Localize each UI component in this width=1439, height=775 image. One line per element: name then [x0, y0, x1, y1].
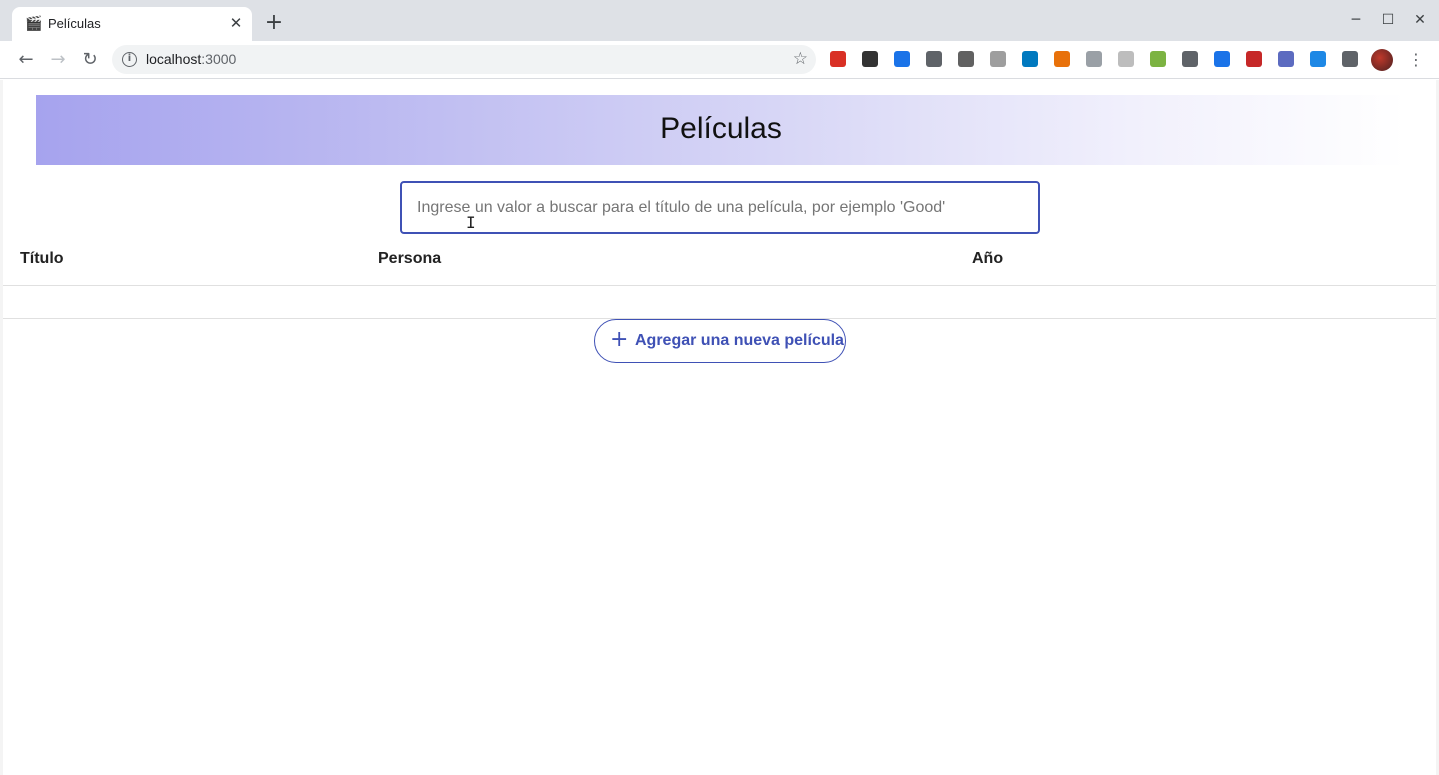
add-movie-button[interactable]: + Agregar una nueva película — [594, 319, 846, 363]
ext-orange-icon[interactable] — [1054, 51, 1070, 67]
profile-avatar[interactable] — [1371, 49, 1393, 71]
plus-icon: + — [610, 327, 629, 352]
ext-te-icon[interactable] — [990, 51, 1006, 67]
tab-strip: 🎬 Películas ✕ + ─ ☐ ✕ — [0, 0, 1439, 41]
column-header-persona[interactable]: Persona — [378, 250, 441, 268]
ext-clock-icon[interactable] — [1118, 51, 1134, 67]
new-tab-icon[interactable]: + — [262, 12, 286, 36]
forward-icon[interactable]: → — [46, 48, 70, 72]
maximize-icon[interactable]: ☐ — [1378, 10, 1398, 30]
reload-icon[interactable]: ↻ — [78, 48, 102, 72]
clapperboard-icon: 🎬 — [25, 16, 43, 32]
ext-gear-icon[interactable] — [1278, 51, 1294, 67]
close-window-icon[interactable]: ✕ — [1410, 10, 1430, 30]
ext-calendar-icon[interactable] — [1214, 51, 1230, 67]
kebab-menu-icon[interactable]: ⋮ — [1408, 49, 1424, 71]
page-content: Películas I Título Persona Año + Agregar… — [0, 80, 1439, 775]
back-icon[interactable]: ← — [14, 48, 38, 72]
ext-appstore-icon[interactable] — [1310, 51, 1326, 67]
add-movie-label: Agregar una nueva película — [635, 332, 844, 349]
ext-sheet-icon[interactable] — [1150, 51, 1166, 67]
browser-toolbar: ← → ↻ i localhost:3000 ☆ ⋮ — [0, 41, 1439, 79]
minimize-icon[interactable]: ─ — [1346, 10, 1366, 30]
ext-blue-hex-icon[interactable] — [894, 51, 910, 67]
ext-red-icon[interactable] — [830, 51, 846, 67]
bookmark-star-icon[interactable]: ☆ — [793, 49, 808, 69]
ext-puzzle-icon[interactable] — [1342, 51, 1358, 67]
page-title: Películas — [660, 112, 782, 145]
ext-c-icon[interactable] — [958, 51, 974, 67]
tab-title: Películas — [48, 16, 101, 31]
ext-gray-icon[interactable] — [1086, 51, 1102, 67]
header-banner: Películas — [36, 95, 1406, 165]
table-header-divider — [3, 285, 1436, 286]
ext-grid-icon[interactable] — [926, 51, 942, 67]
column-header-titulo[interactable]: Título — [20, 250, 64, 268]
url-text: localhost:3000 — [146, 51, 237, 67]
search-input[interactable] — [400, 181, 1040, 234]
text-cursor-icon: I — [466, 213, 476, 232]
column-header-ano[interactable]: Año — [972, 250, 1003, 268]
browser-tab[interactable]: 🎬 Películas ✕ — [12, 7, 252, 41]
ext-trello-icon[interactable] — [1022, 51, 1038, 67]
ext-vue-icon[interactable] — [1182, 51, 1198, 67]
info-icon[interactable]: i — [122, 52, 137, 67]
ext-flow-icon[interactable] — [862, 51, 878, 67]
close-tab-icon[interactable]: ✕ — [226, 13, 246, 33]
ext-red-play-icon[interactable] — [1246, 51, 1262, 67]
address-bar[interactable]: i localhost:3000 ☆ — [112, 45, 816, 74]
